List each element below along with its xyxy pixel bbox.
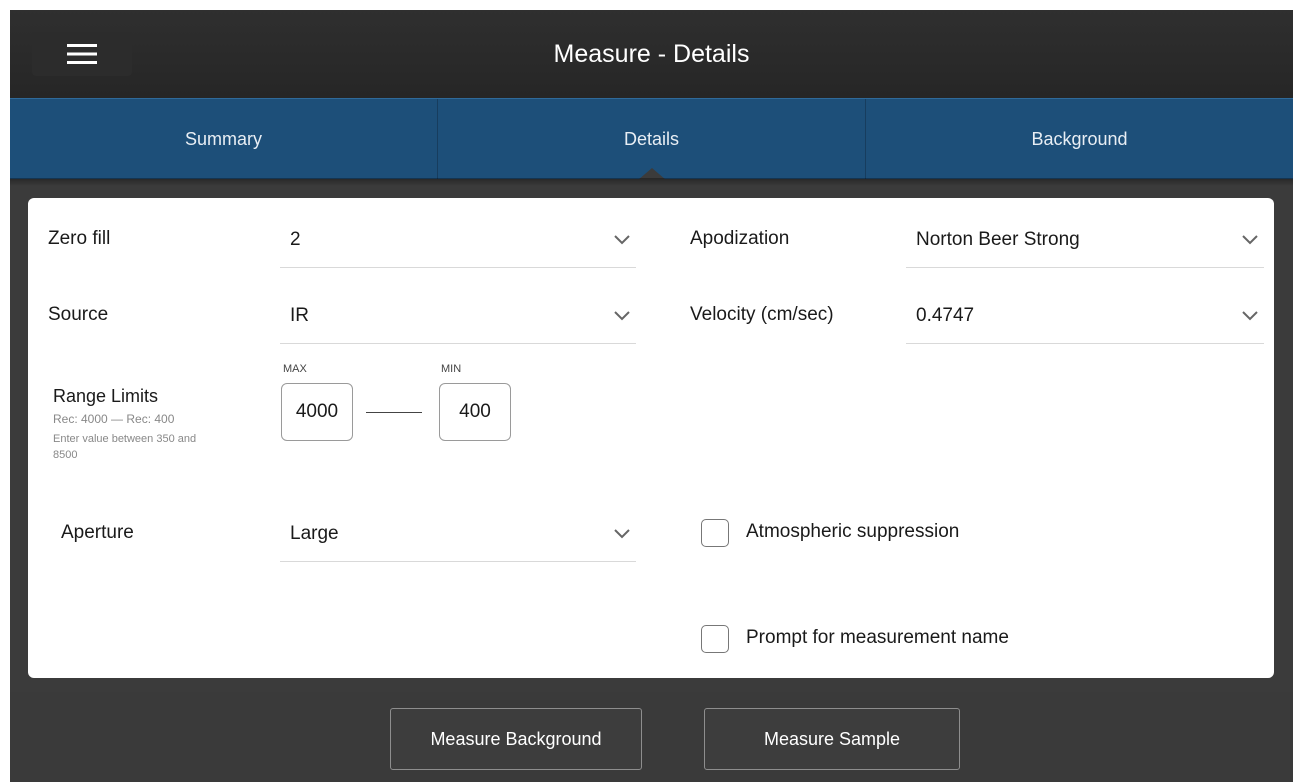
chevron-down-icon <box>1242 311 1258 321</box>
measure-background-button[interactable]: Measure Background <box>390 708 642 770</box>
tab-background[interactable]: Background <box>866 99 1293 179</box>
measure-background-label: Measure Background <box>430 728 602 749</box>
prompt-measurement-name-checkbox[interactable] <box>701 625 729 653</box>
tab-details[interactable]: Details <box>438 99 866 180</box>
aperture-dropdown[interactable]: Large <box>280 507 636 562</box>
title-bar: Measure - Details <box>10 10 1293 98</box>
apodization-value: Norton Beer Strong <box>916 229 1080 250</box>
chevron-down-icon <box>614 529 630 539</box>
range-limits-hint: Enter value between 350 and <box>53 433 197 445</box>
range-separator <box>366 412 422 413</box>
velocity-label: Velocity (cm/sec) <box>690 304 834 325</box>
measure-sample-label: Measure Sample <box>763 728 901 749</box>
page-title: Measure - Details <box>553 39 750 68</box>
velocity-value: 0.4747 <box>916 305 975 326</box>
prompt-measurement-name-label: Prompt for measurement name <box>746 627 1009 648</box>
app-window: Measure - Details Summary Details Backgr… <box>10 10 1293 782</box>
atmospheric-suppression-label: Atmospheric suppression <box>746 521 960 542</box>
range-limits-recommended: Rec: 4000 — Rec: 400 <box>53 412 175 426</box>
zero-fill-dropdown[interactable]: 2 <box>280 213 636 268</box>
tab-summary[interactable]: Summary <box>10 99 438 179</box>
zero-fill-value: 2 <box>290 229 301 250</box>
range-min-input[interactable]: 400 <box>439 383 511 441</box>
max-label: MAX <box>283 363 307 375</box>
source-label: Source <box>48 304 109 325</box>
range-max-value: 4000 <box>295 401 339 422</box>
range-limits-hint-2: 8500 <box>53 449 78 461</box>
source-dropdown[interactable]: IR <box>280 289 636 344</box>
apodization-label: Apodization <box>690 228 790 249</box>
chevron-down-icon <box>614 235 630 245</box>
range-min-value: 400 <box>459 401 491 422</box>
range-max-input[interactable]: 4000 <box>281 383 353 441</box>
tab-details-label: Details <box>623 128 680 149</box>
tab-bar-shadow <box>10 178 1293 186</box>
footer-bar: Measure Background Measure Sample <box>10 692 1293 782</box>
source-value: IR <box>290 305 309 326</box>
measure-sample-button[interactable]: Measure Sample <box>704 708 960 770</box>
range-limits-label: Range Limits <box>53 386 159 406</box>
details-panel: Zero fill 2 Apodization Norton Beer Stro… <box>28 198 1274 678</box>
zero-fill-label: Zero fill <box>48 228 111 249</box>
tab-summary-label: Summary <box>184 128 262 149</box>
min-label: MIN <box>441 363 462 375</box>
velocity-dropdown[interactable]: 0.4747 <box>906 289 1264 344</box>
aperture-value: Large <box>290 523 339 544</box>
tab-bar: Summary Details Background <box>10 98 1293 180</box>
chevron-down-icon <box>1242 235 1258 245</box>
aperture-label: Aperture <box>61 522 134 543</box>
chevron-down-icon <box>614 311 630 321</box>
tab-background-label: Background <box>1031 128 1128 149</box>
atmospheric-suppression-checkbox[interactable] <box>701 519 729 547</box>
menu-button[interactable] <box>32 32 132 76</box>
apodization-dropdown[interactable]: Norton Beer Strong <box>906 213 1264 268</box>
hamburger-menu-icon <box>67 44 97 64</box>
